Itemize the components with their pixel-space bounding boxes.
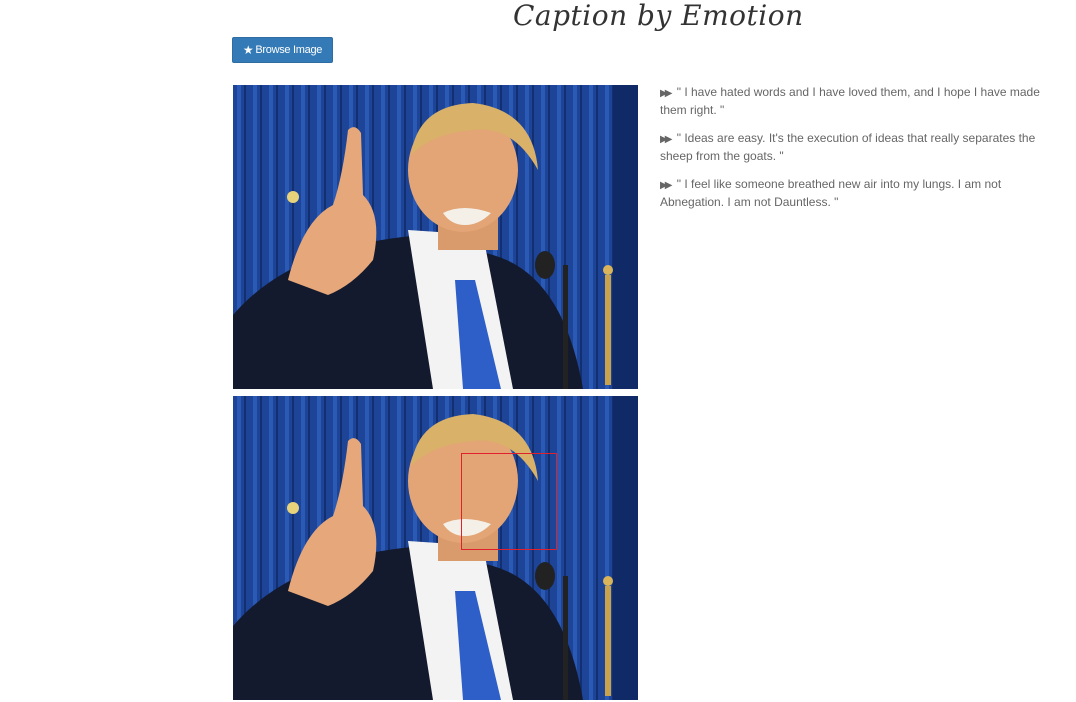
caption-text: " I feel like someone breathed new air i…: [660, 177, 1002, 209]
input-photo: [233, 85, 638, 389]
caption-item: ▶▶ " I feel like someone breathed new ai…: [660, 176, 1048, 211]
star-icon: ★: [242, 43, 254, 57]
caption-text: " I have hated words and I have loved th…: [660, 85, 1040, 117]
face-detection-box: [461, 453, 557, 550]
browse-image-label: Browse Image: [255, 44, 323, 56]
browse-image-button[interactable]: ★ Browse Image: [232, 37, 333, 63]
caption-text: " Ideas are easy. It's the execution of …: [660, 131, 1036, 163]
fast-forward-icon: ▶▶: [660, 134, 673, 145]
fast-forward-icon: ▶▶: [660, 180, 673, 191]
caption-item: ▶▶ " I have hated words and I have loved…: [660, 84, 1048, 119]
caption-list: ▶▶ " I have hated words and I have loved…: [660, 84, 1048, 222]
fast-forward-icon: ▶▶: [660, 88, 673, 99]
page-title: Caption by Emotion: [513, 0, 804, 32]
detected-face-photo: [233, 396, 638, 700]
caption-item: ▶▶ " Ideas are easy. It's the execution …: [660, 130, 1048, 165]
